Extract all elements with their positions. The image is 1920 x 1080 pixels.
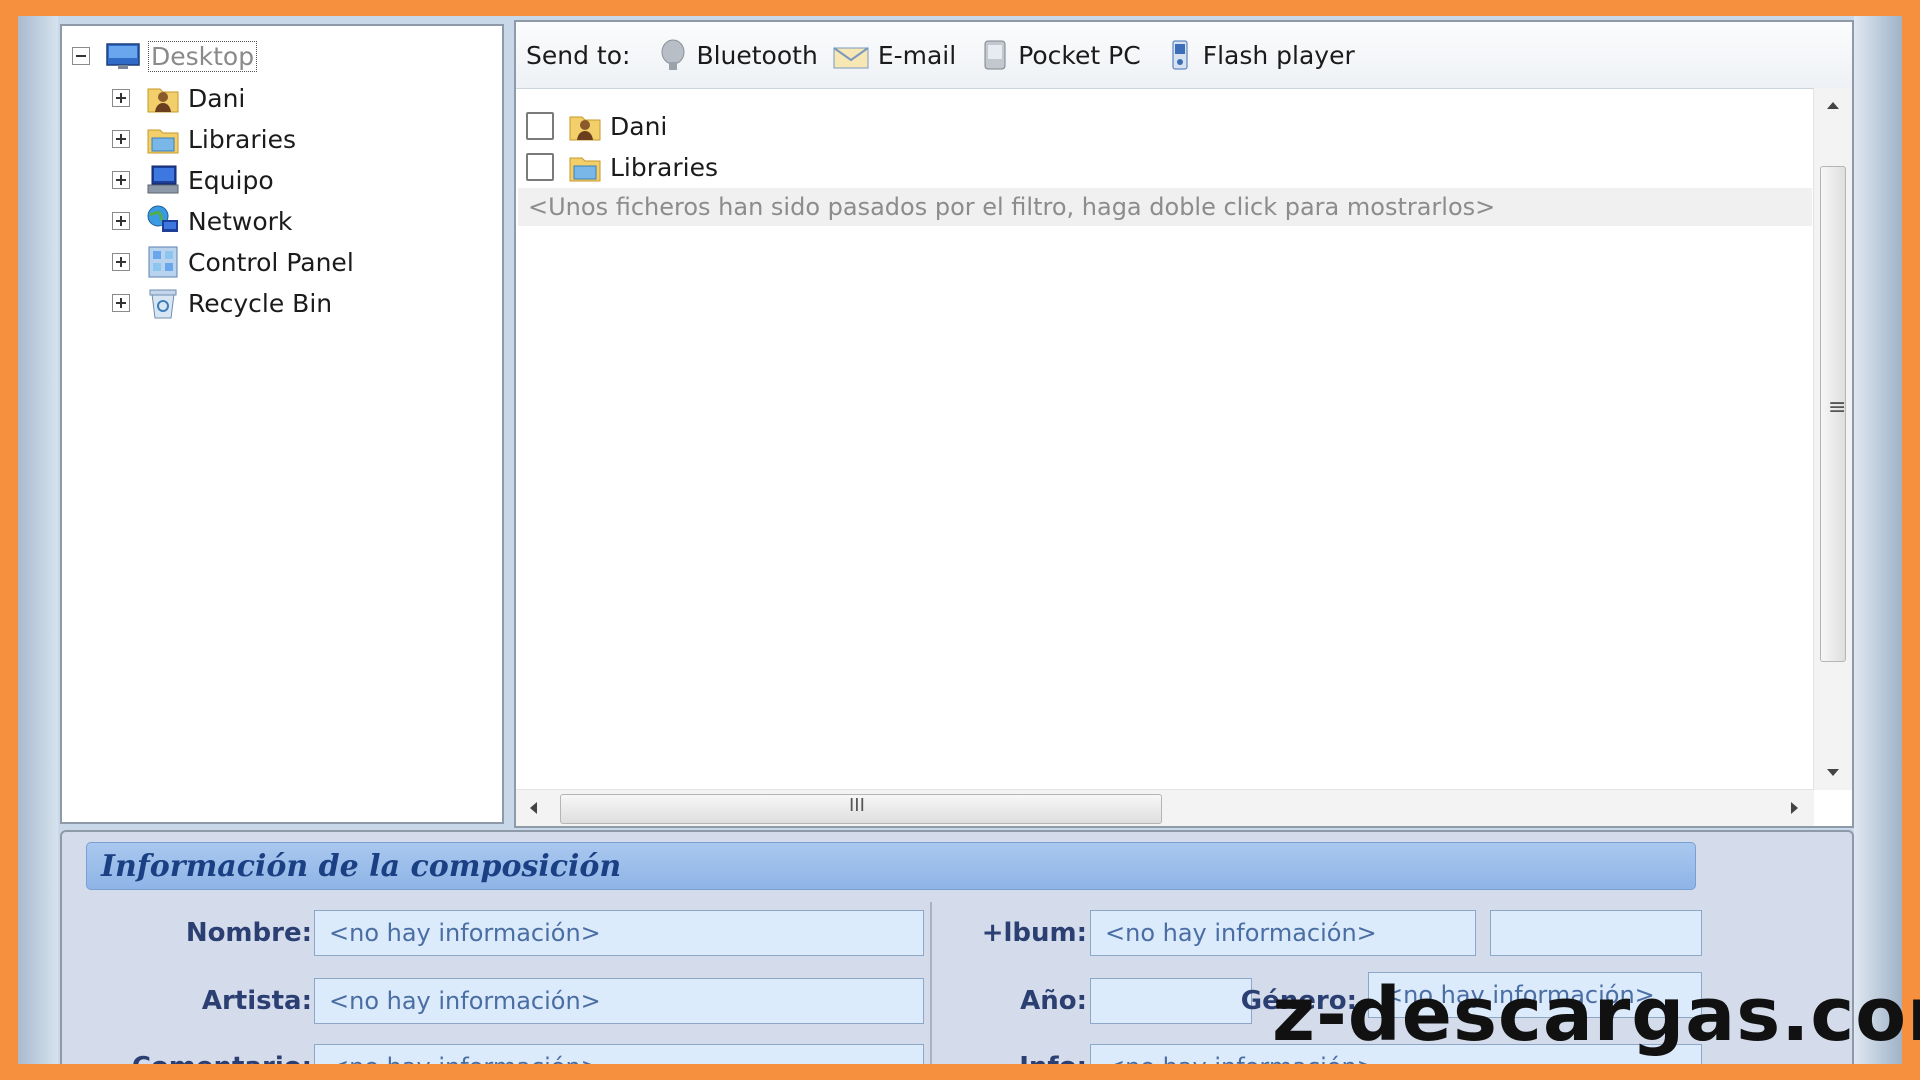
file-row-libraries[interactable]: Libraries [526, 147, 718, 187]
user-folder-icon [146, 81, 180, 115]
send-pocket-pc-label: Pocket PC [1018, 40, 1141, 70]
album-field[interactable]: <no hay información> [1090, 910, 1476, 956]
recycle-bin-icon [146, 286, 180, 320]
comentario-label: Comentario: [132, 1052, 312, 1064]
comentario-field[interactable]: <no hay información> [314, 1044, 924, 1064]
file-row-dani[interactable]: Dani [526, 106, 667, 146]
send-to-label: Send to: [526, 40, 631, 70]
tree-label: Control Panel [188, 247, 354, 277]
computer-icon [146, 163, 180, 197]
tree-node-equipo[interactable]: Equipo [112, 160, 274, 200]
watermark-text: z-descargas.com [1272, 972, 1920, 1058]
email-icon [832, 38, 870, 72]
tree-label-desktop: Desktop [148, 40, 258, 72]
horizontal-scrollbar[interactable]: III [516, 789, 1814, 826]
expand-icon[interactable] [112, 212, 130, 230]
send-flash-player-label: Flash player [1202, 40, 1355, 70]
anio-label: Año: [1020, 986, 1087, 1016]
tree-node-recycle-bin[interactable]: Recycle Bin [112, 283, 332, 323]
file-checkbox[interactable] [526, 112, 554, 140]
folder-tree[interactable]: Desktop Dani Libraries Equipo Network Co… [60, 24, 504, 824]
libraries-icon [146, 122, 180, 156]
send-email-label: E-mail [877, 40, 957, 70]
nombre-label: Nombre: [185, 918, 312, 948]
info-label: Info: [1019, 1052, 1087, 1064]
artista-label: Artista: [201, 986, 312, 1016]
scroll-left-icon[interactable] [528, 801, 538, 815]
expand-icon[interactable] [112, 130, 130, 148]
expand-icon[interactable] [112, 253, 130, 271]
send-flash-player-button[interactable]: Flash player [1165, 38, 1355, 72]
app-window: Desktop Dani Libraries Equipo Network Co… [18, 16, 1902, 1064]
vertical-scroll-thumb[interactable]: ≡ [1820, 166, 1846, 662]
desktop-icon [106, 39, 140, 73]
vertical-scrollbar[interactable]: ≡ [1813, 88, 1852, 790]
album-extra-field[interactable] [1490, 910, 1702, 956]
artista-field[interactable]: <no hay información> [314, 978, 924, 1024]
album-label: +lbum: [981, 918, 1087, 948]
file-label: Dani [610, 111, 668, 141]
composition-info-title: Información de la composición [86, 842, 1696, 890]
scroll-down-icon[interactable] [1826, 768, 1840, 778]
user-folder-icon [568, 109, 602, 143]
file-label: Libraries [610, 152, 718, 182]
send-pocket-pc-button[interactable]: Pocket PC [980, 38, 1141, 72]
window-right-edge [1854, 16, 1902, 1064]
tree-label: Network [188, 206, 293, 236]
tree-node-desktop[interactable]: Desktop [72, 36, 258, 76]
tree-node-libraries[interactable]: Libraries [112, 119, 296, 159]
horizontal-scroll-thumb[interactable]: III [560, 794, 1162, 824]
tree-node-network[interactable]: Network [112, 201, 292, 241]
tree-label: Dani [188, 83, 246, 113]
expand-icon[interactable] [112, 171, 130, 189]
anio-field[interactable] [1090, 978, 1252, 1024]
libraries-icon [568, 150, 602, 184]
tree-node-control-panel[interactable]: Control Panel [112, 242, 354, 282]
tree-label: Libraries [188, 124, 296, 154]
field-separator [930, 902, 932, 1064]
scroll-right-icon[interactable] [1790, 801, 1800, 815]
file-checkbox[interactable] [526, 153, 554, 181]
send-bluetooth-button[interactable]: Bluetooth [658, 38, 818, 72]
scroll-grip-icon: III [849, 795, 865, 816]
window-left-edge [18, 16, 58, 1064]
send-bluetooth-label: Bluetooth [696, 40, 818, 70]
collapse-icon[interactable] [72, 47, 90, 65]
send-to-toolbar: Send to: Bluetooth E-mail Pocket PC Flas… [516, 22, 1852, 89]
scroll-up-icon[interactable] [1826, 100, 1840, 110]
tree-node-dani[interactable]: Dani [112, 78, 245, 118]
file-list-panel[interactable]: Send to: Bluetooth E-mail Pocket PC Flas… [514, 20, 1854, 828]
network-icon [146, 204, 180, 238]
expand-icon[interactable] [112, 294, 130, 312]
tree-label: Equipo [188, 165, 274, 195]
expand-icon[interactable] [112, 89, 130, 107]
nombre-field[interactable]: <no hay información> [314, 910, 924, 956]
flash-player-icon [1165, 38, 1195, 72]
bluetooth-icon [658, 38, 688, 72]
control-panel-icon [146, 245, 180, 279]
pocket-pc-icon [980, 38, 1010, 72]
filtered-files-notice[interactable]: <Unos ficheros han sido pasados por el f… [518, 188, 1812, 226]
scroll-grip-icon: ≡ [1828, 395, 1847, 420]
tree-label: Recycle Bin [188, 288, 333, 318]
send-email-button[interactable]: E-mail [832, 38, 956, 72]
